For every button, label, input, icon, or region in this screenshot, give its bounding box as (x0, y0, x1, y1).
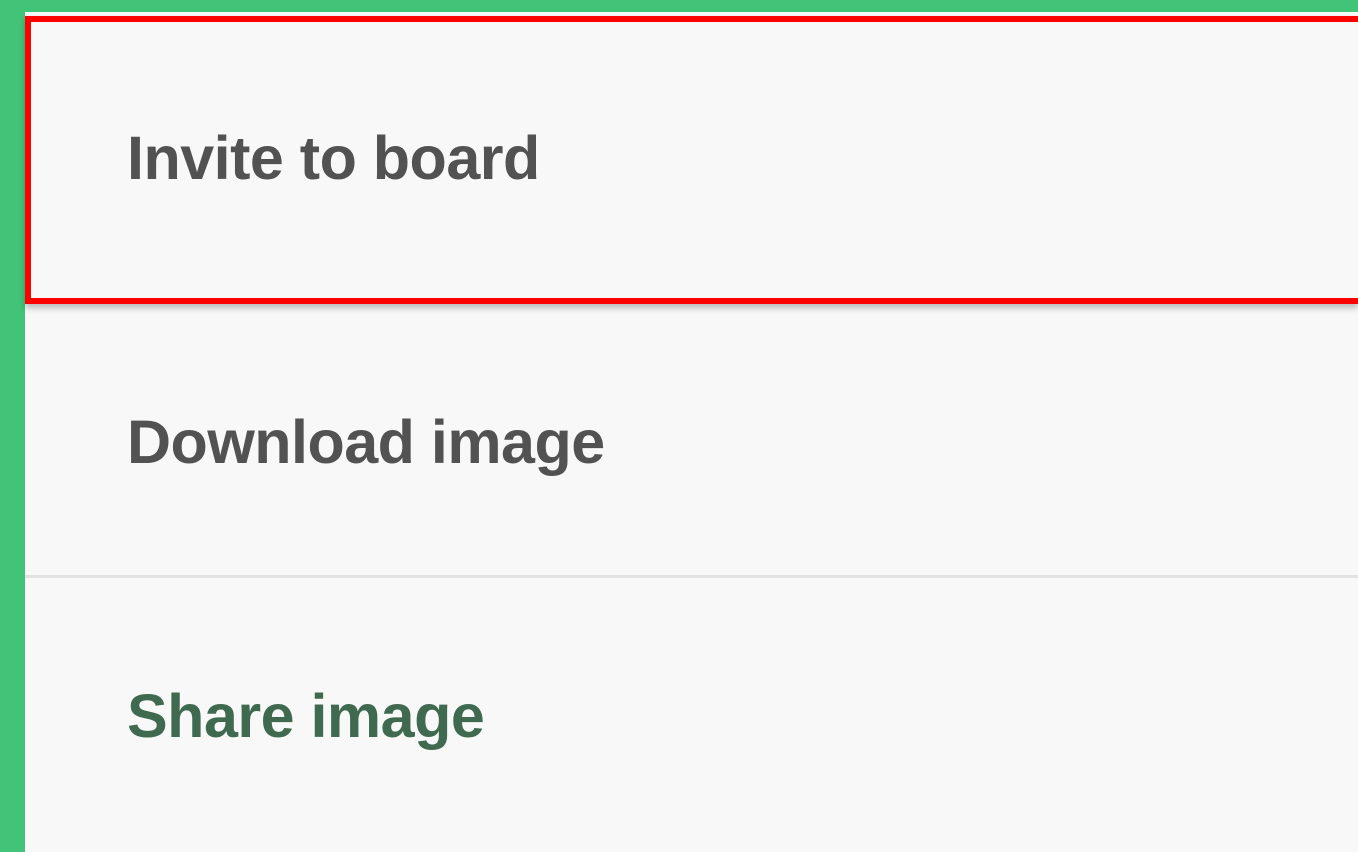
menu-item-label: Invite to board (127, 124, 540, 192)
menu-item-download-image[interactable]: Download image (25, 308, 1358, 574)
menu-item-label: Share image (127, 682, 485, 750)
share-menu-panel: Invite to board Download image Share ima… (25, 12, 1358, 852)
menu-item-invite-to-board[interactable]: Invite to board (25, 12, 1358, 308)
menu-item-label: Download image (127, 408, 605, 476)
menu-item-share-image[interactable]: Share image (25, 578, 1358, 852)
